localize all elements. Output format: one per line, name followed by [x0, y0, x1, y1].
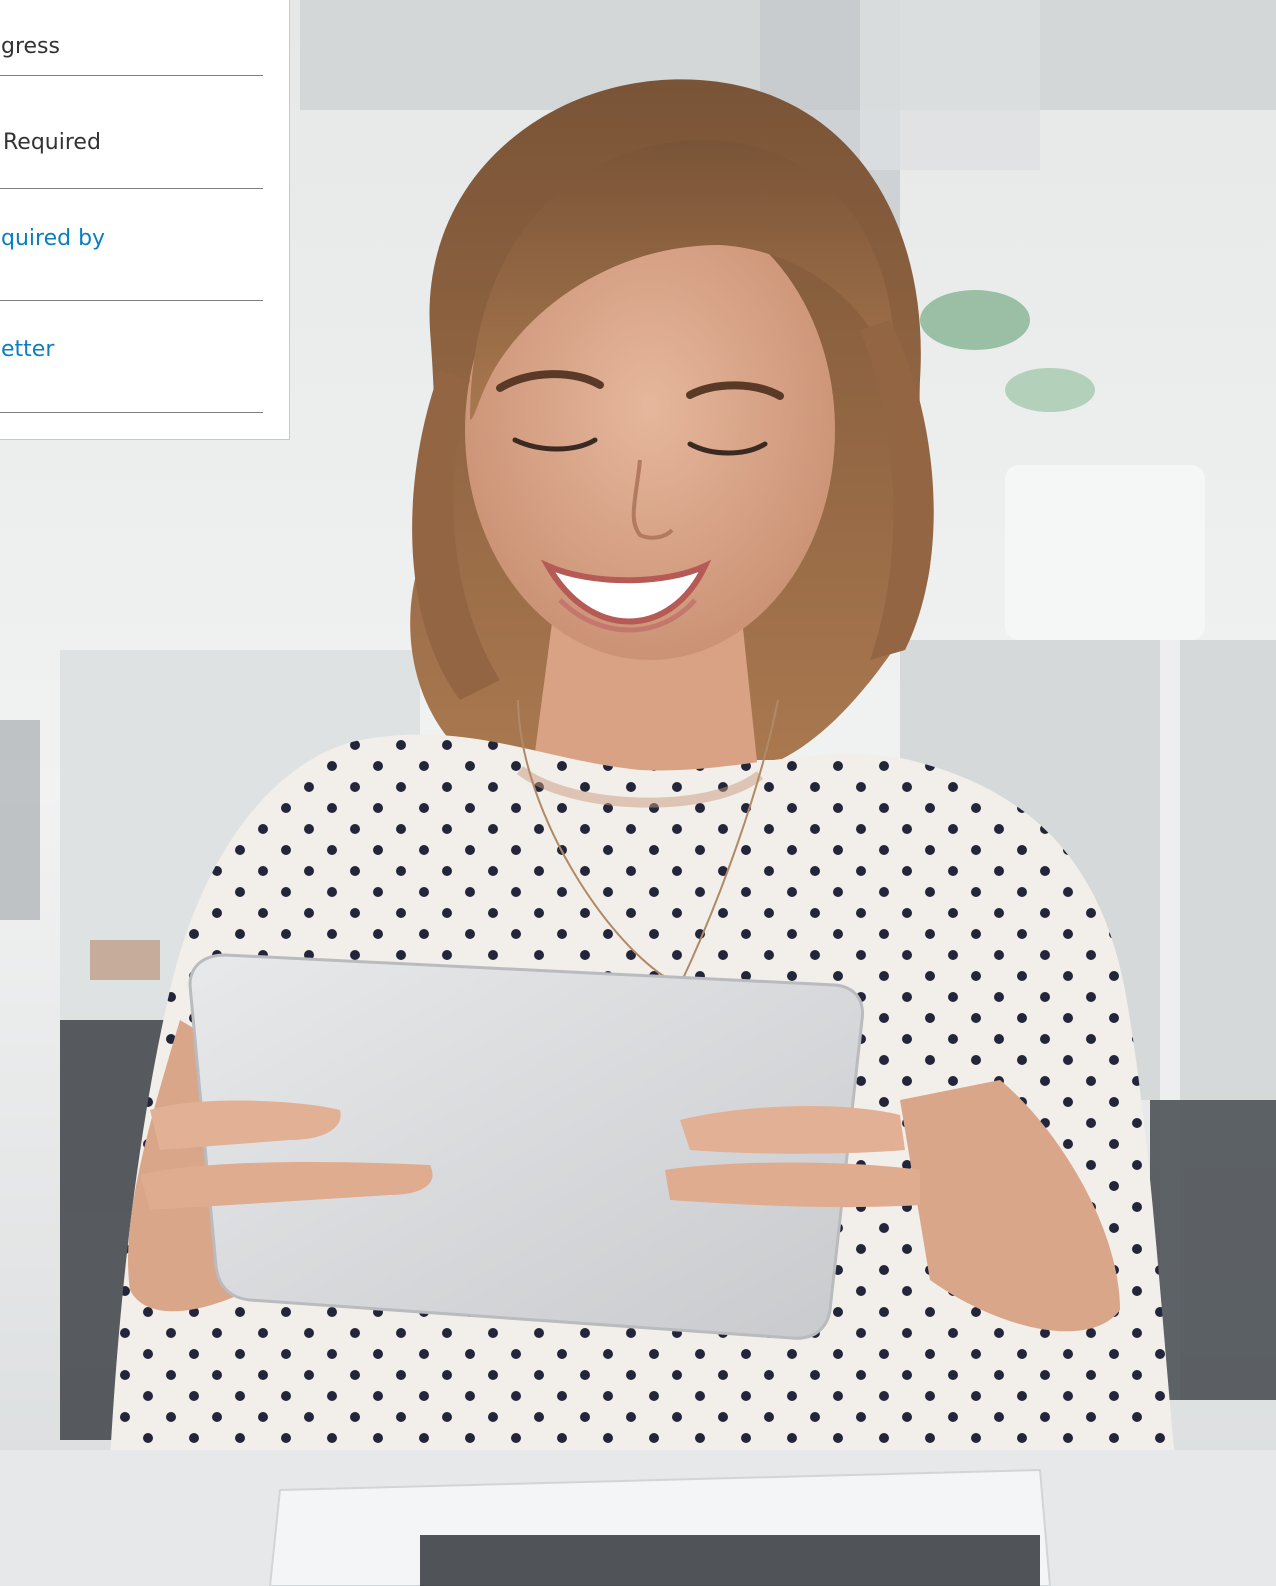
menu-item-progress[interactable]: gress	[0, 0, 263, 76]
menu-item-required-by[interactable]: quired by	[0, 189, 263, 301]
dropdown-menu: gress Required quired by etter	[0, 0, 290, 440]
menu-item-link[interactable]: quired by	[1, 224, 105, 254]
menu-item-letter[interactable]: etter	[0, 301, 263, 413]
menu-item-label: Required	[3, 130, 101, 155]
menu-item-link[interactable]: etter	[1, 335, 54, 365]
menu-item-label: gress	[1, 34, 60, 59]
menu-item-required[interactable]: Required	[0, 76, 263, 189]
